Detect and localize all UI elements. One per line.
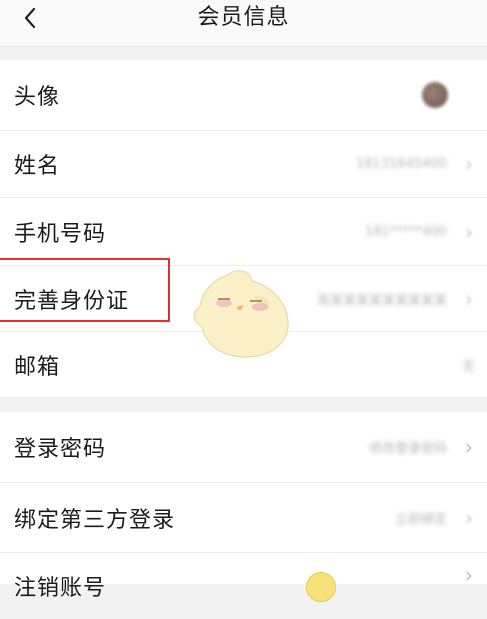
avatar[interactable]	[422, 82, 448, 108]
id-card-value: 周某某某某某某某某某	[316, 293, 447, 308]
third-party-value: 立即绑定	[394, 512, 447, 527]
chevron-right-icon: ›	[465, 505, 473, 530]
row-third-party[interactable]: 绑定第三方登录 立即绑定 ›	[0, 483, 487, 552]
nav-header: 会员信息	[0, 0, 487, 47]
email-label: 邮箱	[14, 354, 61, 380]
phone-value: 181*****400	[364, 224, 447, 239]
chick-sticker	[193, 270, 289, 358]
row-phone[interactable]: 手机号码 181*****400 ›	[0, 198, 487, 265]
chevron-right-icon: ›	[465, 219, 473, 244]
chevron-right-icon: ›	[465, 286, 473, 311]
name-label: 姓名	[14, 154, 61, 179]
chevron-right-icon: ›	[465, 563, 473, 587]
login-password-label: 登录密码	[14, 437, 107, 462]
chevron-right-icon: ›	[465, 152, 473, 176]
account-group: 登录密码 修改登录密码 › 绑定第三方登录 立即绑定 › 注销账号 ›	[0, 412, 487, 601]
row-deregister[interactable]: 注销账号 ›	[0, 553, 487, 619]
id-card-highlight-box	[0, 258, 170, 322]
row-avatar[interactable]: 头像	[0, 60, 487, 130]
avatar-label: 头像	[14, 85, 61, 110]
name-value: 18131645400	[356, 156, 447, 172]
phone-label: 手机号码	[14, 221, 107, 247]
third-party-label: 绑定第三方登录	[14, 507, 176, 533]
email-value: 无	[461, 359, 475, 374]
chevron-right-icon: ›	[465, 435, 473, 459]
row-login-password[interactable]: 登录密码 修改登录密码 ›	[0, 412, 487, 482]
deregister-label: 注销账号	[14, 575, 107, 601]
row-name[interactable]: 姓名 18131645400 ›	[0, 131, 487, 197]
login-password-value: 修改登录密码	[368, 441, 447, 457]
page-title: 会员信息	[197, 5, 290, 30]
emoji-face-icon	[306, 572, 336, 602]
